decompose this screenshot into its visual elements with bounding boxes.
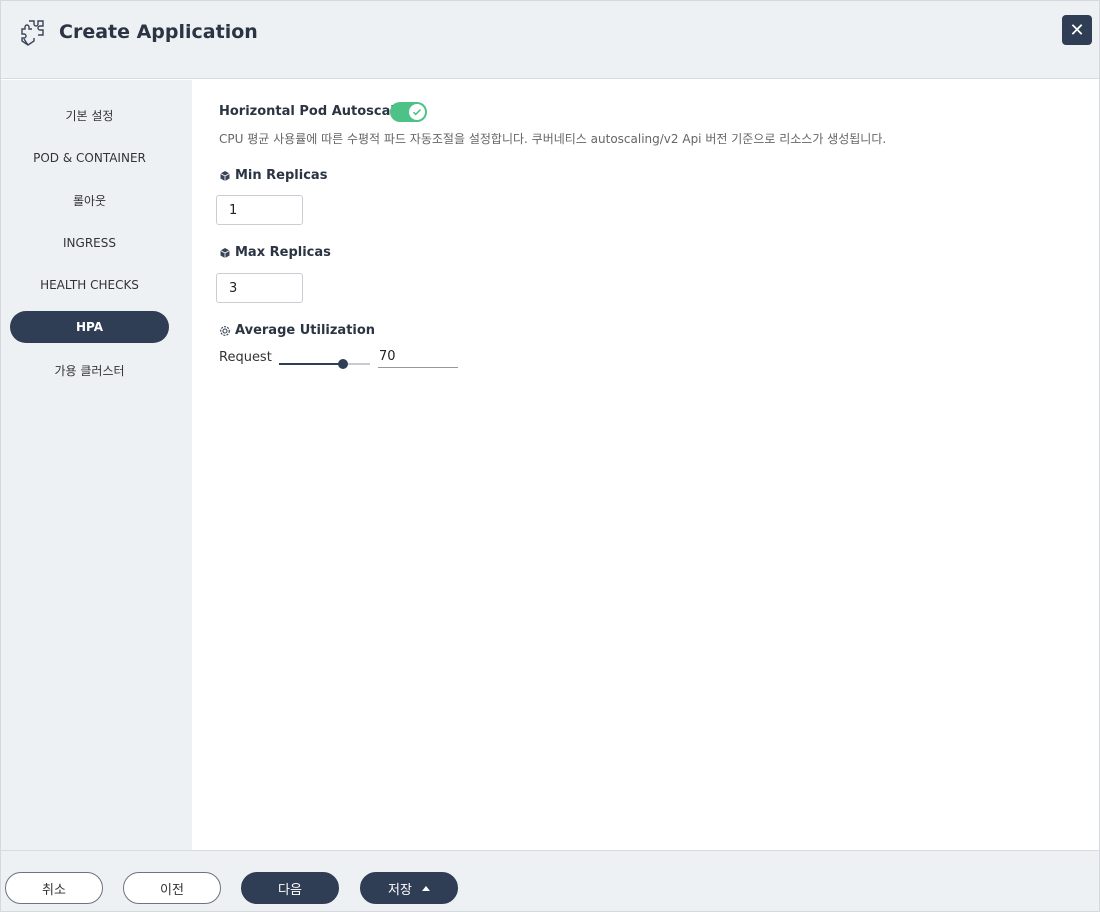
- hpa-section-title: Horizontal Pod Autoscaling: [219, 104, 418, 119]
- hpa-description: CPU 평균 사용률에 따른 수평적 파드 자동조절을 설정합니다. 쿠버네티스…: [219, 132, 887, 146]
- average-utilization-label-text: Average Utilization: [235, 323, 376, 338]
- sidebar-nav: 기본 설정 POD & CONTAINER 롤아웃 INGRESS HEALTH…: [1, 80, 192, 850]
- sidebar-item-hpa[interactable]: HPA: [10, 311, 169, 343]
- min-replicas-label: Min Replicas: [219, 168, 327, 183]
- min-replicas-input[interactable]: [216, 195, 303, 225]
- prev-button[interactable]: 이전: [123, 872, 221, 904]
- caret-up-icon: [421, 885, 430, 891]
- hpa-toggle[interactable]: [390, 102, 427, 122]
- save-button-label: 저장: [388, 882, 412, 898]
- average-utilization-label: Average Utilization: [219, 323, 375, 338]
- sidebar-item-ingress[interactable]: INGRESS: [10, 227, 169, 259]
- cancel-button[interactable]: 취소: [5, 872, 103, 904]
- hpa-settings-panel: Horizontal Pod Autoscaling CPU 평균 사용률에 따…: [192, 80, 1099, 850]
- cube-icon: [220, 247, 230, 258]
- request-utilization-input[interactable]: [378, 346, 458, 368]
- gear-icon: [220, 325, 230, 336]
- slider-fill: [279, 363, 343, 365]
- request-utilization-slider[interactable]: [279, 357, 370, 371]
- sidebar-item-health-checks[interactable]: HEALTH CHECKS: [10, 269, 169, 301]
- sidebar-item-rollout[interactable]: 롤아웃: [10, 184, 169, 216]
- create-application-dialog: Create Application ✕ 기본 설정 POD & CONTAIN…: [0, 0, 1100, 912]
- save-button[interactable]: 저장: [360, 872, 458, 904]
- sidebar-item-basic-settings[interactable]: 기본 설정: [10, 99, 169, 131]
- min-replicas-label-text: Min Replicas: [235, 168, 328, 183]
- request-label: Request: [219, 350, 272, 365]
- slider-thumb[interactable]: [337, 359, 348, 369]
- sidebar-item-pod-container[interactable]: POD & CONTAINER: [10, 142, 169, 174]
- close-icon: ✕: [1069, 19, 1085, 41]
- puzzle-icon: [21, 20, 44, 46]
- max-replicas-label-text: Max Replicas: [235, 245, 331, 260]
- close-button[interactable]: ✕: [1062, 15, 1092, 45]
- dialog-header: Create Application ✕: [1, 1, 1099, 79]
- sidebar-item-available-clusters[interactable]: 가용 클러스터: [10, 354, 169, 386]
- cube-icon: [220, 170, 230, 181]
- max-replicas-label: Max Replicas: [219, 245, 331, 260]
- max-replicas-input[interactable]: [216, 273, 303, 303]
- dialog-footer: 취소 이전 다음 저장: [1, 850, 1099, 911]
- page-title: Create Application: [59, 21, 258, 43]
- check-icon: [409, 104, 425, 120]
- next-button[interactable]: 다음: [241, 872, 339, 904]
